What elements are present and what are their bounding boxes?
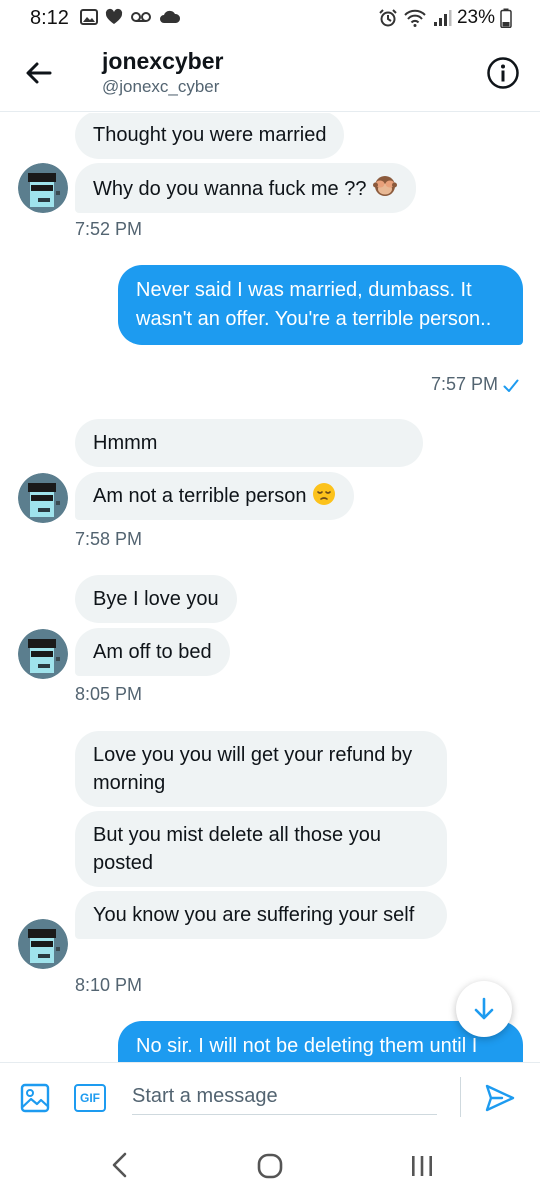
incoming-message[interactable]: Love you you will get your refund by mor… bbox=[75, 731, 447, 807]
incoming-message[interactable]: Why do you wanna fuck me ?? bbox=[75, 163, 417, 213]
send-icon[interactable] bbox=[484, 1083, 516, 1113]
conversation-thread[interactable]: Thought you were married Why do you wann… bbox=[0, 113, 540, 1062]
voicemail-icon bbox=[131, 12, 151, 22]
arrow-down-icon bbox=[474, 997, 494, 1020]
conversation-display-name[interactable]: jonexcyber bbox=[102, 48, 223, 75]
back-arrow-icon[interactable] bbox=[22, 56, 56, 90]
incoming-message[interactable]: Thought you were married bbox=[75, 113, 345, 159]
status-bar: 8:12 23% bbox=[0, 0, 540, 36]
nav-home-icon[interactable] bbox=[256, 1152, 284, 1180]
image-icon[interactable] bbox=[20, 1083, 50, 1113]
battery-percent: 23% bbox=[456, 7, 495, 28]
incoming-message[interactable]: But you mist delete all those you posted bbox=[75, 811, 447, 887]
message-timestamp: 7:52 PM bbox=[75, 219, 143, 239]
incoming-message[interactable]: Hmmm bbox=[75, 419, 423, 467]
conversation-handle[interactable]: @jonexc_cyber bbox=[102, 77, 219, 97]
outgoing-message[interactable]: Never said I was married, dumbass. It wa… bbox=[118, 265, 523, 345]
see-no-evil-monkey-emoji-icon bbox=[373, 176, 398, 196]
alarm-icon bbox=[379, 9, 397, 27]
contact-avatar[interactable] bbox=[18, 473, 68, 523]
incoming-message[interactable]: Am not a terrible person bbox=[75, 472, 354, 520]
battery-icon bbox=[500, 8, 512, 28]
nav-back-icon[interactable] bbox=[108, 1150, 132, 1180]
scroll-to-bottom-button[interactable] bbox=[456, 981, 512, 1037]
conversation-header: jonexcyber @jonexc_cyber bbox=[0, 36, 540, 112]
message-input[interactable] bbox=[132, 1079, 437, 1115]
message-timestamp: 7:57 PM bbox=[431, 374, 499, 394]
nav-recent-apps-icon[interactable] bbox=[410, 1152, 434, 1180]
contact-avatar[interactable] bbox=[18, 629, 68, 679]
wifi-icon bbox=[404, 9, 426, 27]
pensive-face-emoji-icon bbox=[313, 483, 335, 505]
message-composer: GIF bbox=[0, 1062, 540, 1132]
contact-avatar[interactable] bbox=[18, 919, 68, 969]
system-navigation-bar bbox=[0, 1132, 540, 1200]
incoming-message[interactable]: You know you are suffering your self bbox=[75, 891, 447, 939]
sent-checkmark-icon bbox=[503, 379, 519, 392]
incoming-message[interactable]: Bye I love you bbox=[75, 575, 237, 623]
signal-icon bbox=[433, 10, 452, 26]
heart-icon bbox=[105, 8, 123, 24]
gallery-icon bbox=[80, 9, 98, 25]
status-time: 8:12 bbox=[30, 7, 69, 29]
gif-button[interactable]: GIF bbox=[74, 1084, 106, 1112]
message-timestamp: 8:05 PM bbox=[75, 684, 143, 704]
composer-divider bbox=[460, 1077, 461, 1117]
message-timestamp: 7:58 PM bbox=[75, 529, 143, 549]
message-timestamp: 8:10 PM bbox=[75, 975, 143, 995]
cloud-icon bbox=[160, 10, 181, 23]
contact-avatar[interactable] bbox=[18, 163, 68, 213]
info-icon[interactable] bbox=[486, 56, 520, 90]
incoming-message[interactable]: Am off to bed bbox=[75, 628, 230, 676]
